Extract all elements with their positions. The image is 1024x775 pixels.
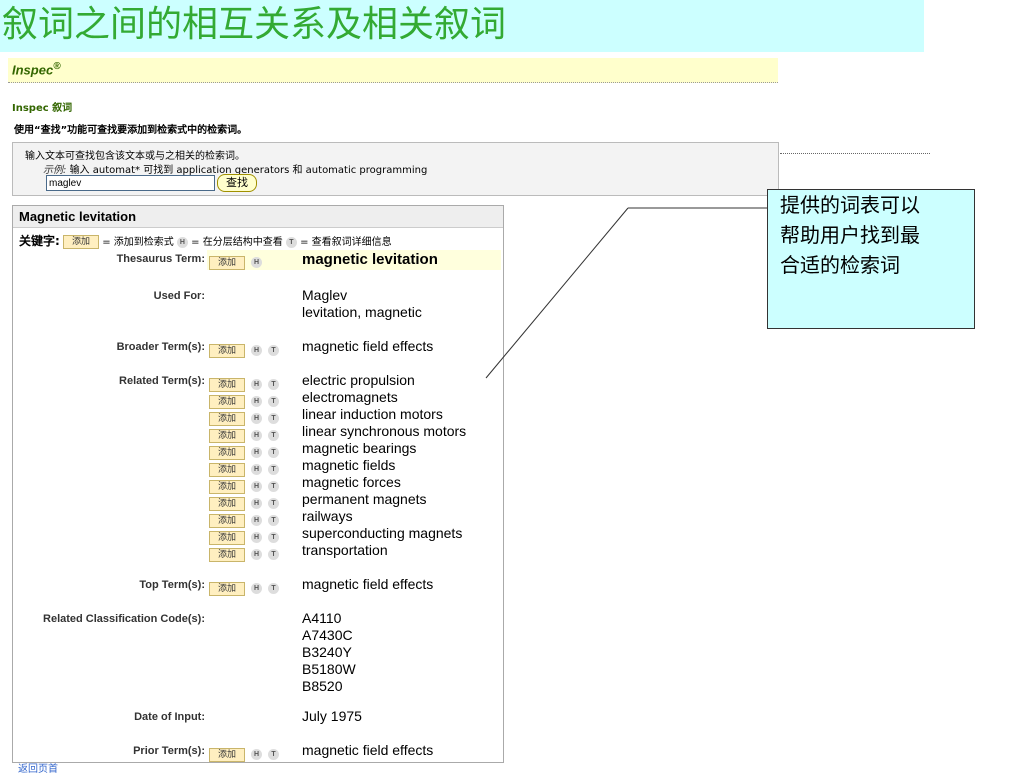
callout-line: 帮助用户找到最 <box>780 223 920 247</box>
callout-line: 合适的检索词 <box>780 253 900 277</box>
callout-line: 提供的词表可以 <box>780 193 920 217</box>
callout-connector <box>485 207 767 379</box>
callout-box: 提供的词表可以 帮助用户找到最 合适的检索词 <box>767 189 975 329</box>
